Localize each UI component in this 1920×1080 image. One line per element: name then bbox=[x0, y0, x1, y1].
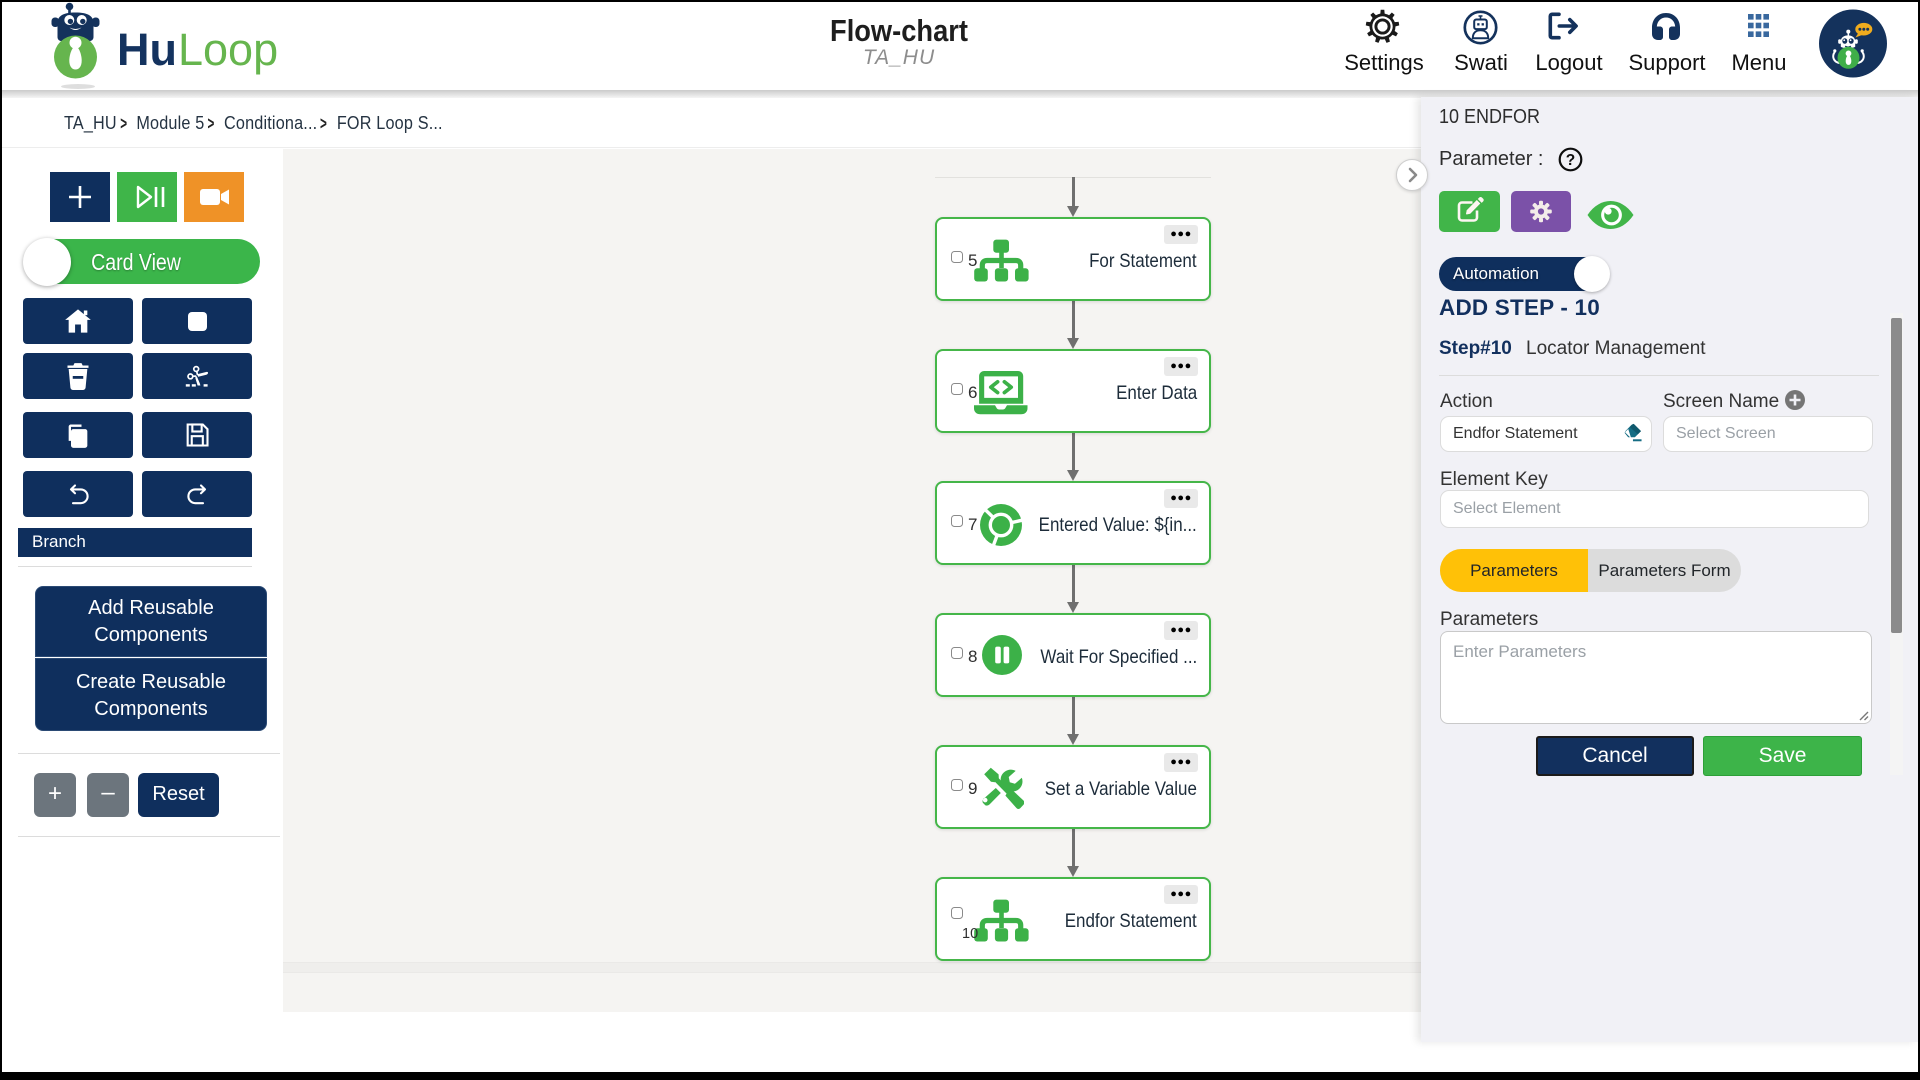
svg-text:?: ? bbox=[1566, 152, 1575, 169]
svg-text:Hu: Hu bbox=[117, 24, 177, 75]
svg-text:Loop: Loop bbox=[178, 24, 278, 75]
